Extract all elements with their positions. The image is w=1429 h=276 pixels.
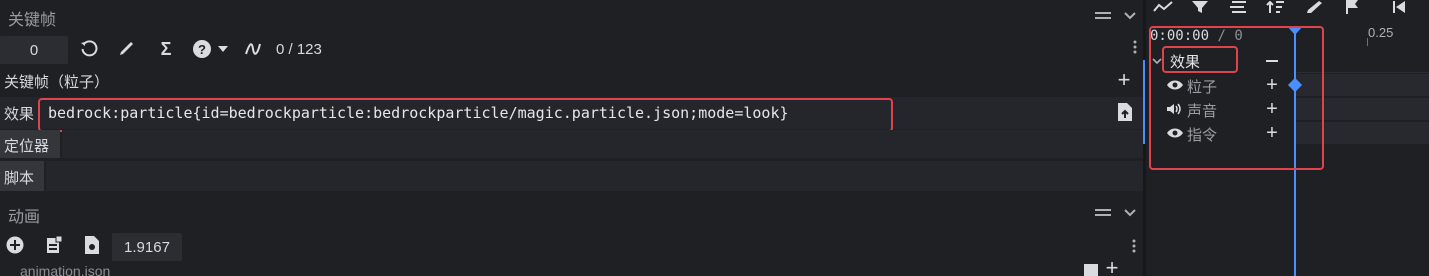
timeline-highlight-box (1149, 26, 1324, 170)
locator-label: 定位器 (4, 138, 50, 155)
panel-menu-icon[interactable] (1093, 203, 1113, 223)
chevron-down-icon[interactable] (1120, 203, 1140, 223)
file-icon[interactable] (81, 234, 103, 256)
more-vertical-icon[interactable] (1130, 36, 1140, 58)
curve-icon[interactable] (242, 38, 264, 60)
scrollbar-thumb[interactable] (1143, 60, 1145, 144)
svg-text:?: ? (198, 42, 206, 57)
help-icon[interactable]: ? (191, 38, 213, 60)
add-icon[interactable]: + (1102, 260, 1122, 276)
file-import-icon[interactable] (1115, 101, 1135, 123)
animation-file-item[interactable]: animation.json (0, 266, 1143, 276)
keyframe-section-label: 关键帧（粒子） (4, 74, 110, 91)
filter-icon[interactable] (1190, 0, 1210, 14)
script-input[interactable] (46, 161, 1143, 191)
new-file-icon[interactable] (43, 234, 65, 256)
frame-count: 0 / 123 (276, 41, 322, 58)
dropdown-arrow-icon[interactable] (216, 40, 230, 58)
more-vertical-icon[interactable] (1128, 236, 1140, 256)
sort-icon[interactable] (1264, 0, 1286, 14)
effect-highlight-box (38, 98, 893, 132)
reset-icon[interactable] (78, 38, 100, 60)
effect-label: 效果 (4, 106, 35, 123)
sigma-icon[interactable]: Σ (155, 38, 177, 60)
flag-icon[interactable] (1342, 0, 1362, 14)
frame-input[interactable]: 0 (0, 36, 68, 64)
keyframe-panel: 关键帧 0 Σ ? 0 / 123 关键帧（粒子） + 效果 bedrock:p… (0, 0, 1143, 196)
script-label: 脚本 (4, 170, 35, 187)
animation-panel: 动画 1.9167 animation.json + (0, 196, 1143, 276)
brush-icon[interactable] (115, 38, 137, 60)
pen-icon[interactable] (1304, 0, 1324, 14)
align-icon[interactable] (1228, 0, 1248, 14)
add-icon[interactable]: + (1113, 67, 1135, 92)
chevron-down-icon[interactable] (1120, 6, 1140, 26)
skip-start-icon[interactable] (1390, 0, 1408, 14)
time-input[interactable]: 1.9167 (112, 233, 182, 261)
timeline-panel: 0:00:00 / 0 0.25 效果 粒子 + 声音 + 指令 + (1146, 0, 1429, 276)
add-circle-icon[interactable] (4, 234, 26, 256)
ruler-tick-label: 0.25 (1368, 25, 1394, 40)
locator-input[interactable] (62, 130, 1143, 158)
save-icon[interactable] (1082, 264, 1100, 276)
panel-menu-icon[interactable] (1093, 6, 1113, 26)
graph-icon[interactable] (1152, 0, 1174, 14)
animation-file-label: animation.json (20, 266, 111, 276)
keyframe-panel-title: 关键帧 (8, 12, 57, 29)
animation-panel-title: 动画 (8, 209, 41, 226)
